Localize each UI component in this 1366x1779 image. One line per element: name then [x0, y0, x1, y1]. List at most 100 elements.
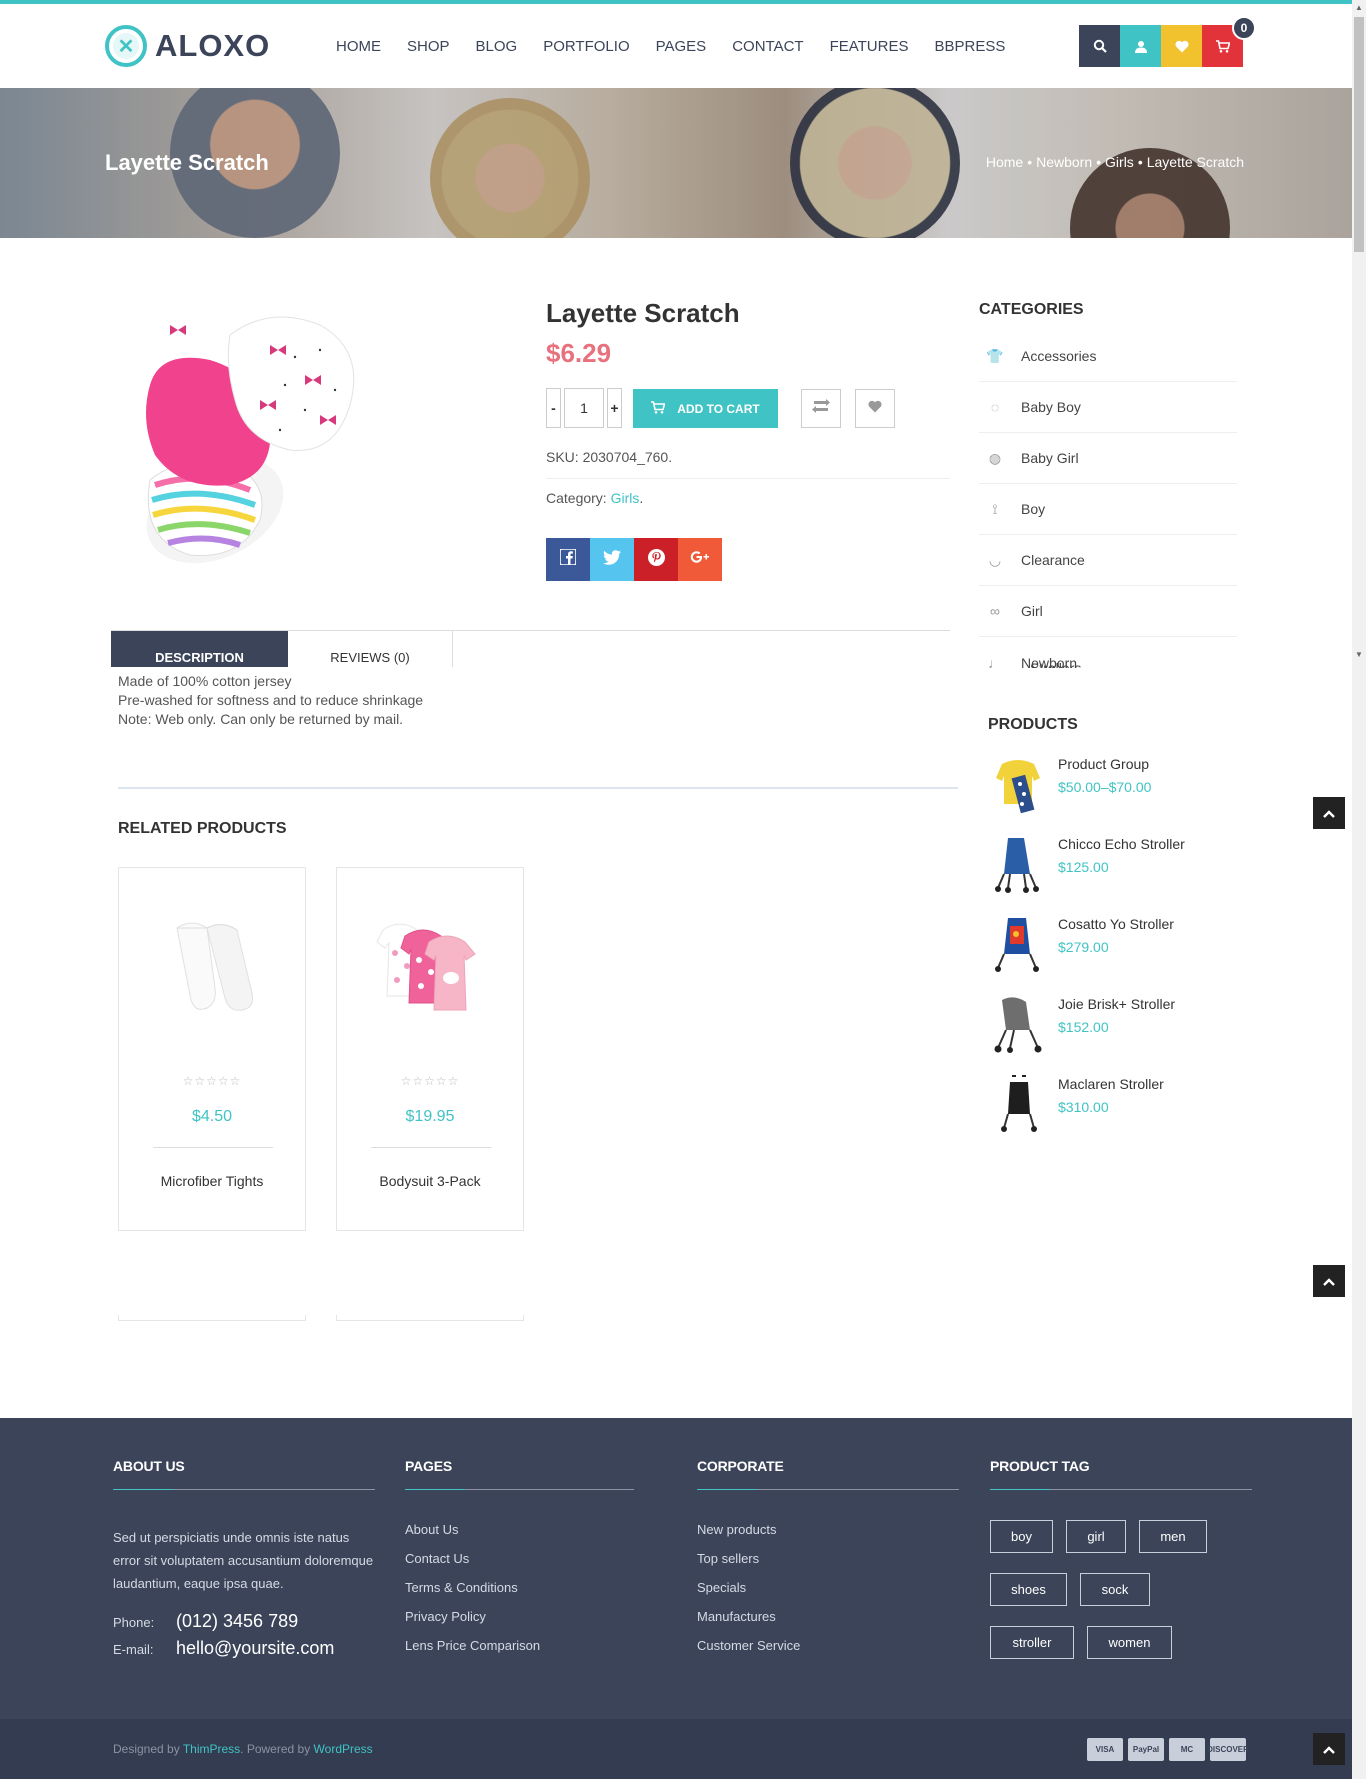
- product-card-bodysuit-3-pack[interactable]: ☆☆☆☆☆ $19.95 Bodysuit 3-Pack: [336, 867, 524, 1231]
- nav-shop[interactable]: SHOP: [407, 38, 450, 55]
- category-item-girl[interactable]: ∞ Girl: [979, 586, 1237, 637]
- nav-blog[interactable]: BLOG: [476, 38, 518, 55]
- product-card-microfiber-tights[interactable]: ☆☆☆☆☆ $4.50 Microfiber Tights: [118, 867, 306, 1231]
- category-item-baby-boy[interactable]: ◌ Baby Boy: [979, 382, 1237, 433]
- chevron-up-icon: [1323, 1274, 1335, 1289]
- thimpress-link[interactable]: ThimPress: [183, 1742, 240, 1756]
- footer-link-manufactures[interactable]: Manufactures: [697, 1609, 959, 1624]
- cart-count-badge: 0: [1232, 16, 1256, 40]
- category-item-accessories[interactable]: 👕 Accessories: [979, 331, 1237, 382]
- googleplus-share-button[interactable]: [678, 538, 722, 581]
- footer-link-privacy[interactable]: Privacy Policy: [405, 1609, 667, 1624]
- product-thumbnail: [995, 918, 1039, 972]
- facebook-share-button[interactable]: [546, 538, 590, 581]
- logo-text: ALOXO: [155, 28, 271, 63]
- user-icon[interactable]: [1120, 25, 1161, 67]
- nav-bbpress[interactable]: BBPRESS: [934, 38, 1005, 55]
- sidebar-product-cosatto-yo-stroller[interactable]: Cosatto Yo Stroller $279.00: [994, 914, 1234, 994]
- scroll-down-arrow-icon[interactable]: ▼: [1355, 650, 1363, 659]
- quantity-plus-button[interactable]: +: [607, 388, 622, 428]
- phone-number[interactable]: (012) 3456 789: [176, 1611, 298, 1632]
- quantity-minus-button[interactable]: -: [546, 388, 561, 428]
- footer-link-about-us[interactable]: About Us: [405, 1522, 667, 1537]
- tag-shoes[interactable]: shoes: [990, 1573, 1067, 1606]
- tab-reviews[interactable]: REVIEWS (0): [288, 631, 453, 667]
- footer-link-terms[interactable]: Terms & Conditions: [405, 1580, 667, 1595]
- sidebar-product-product-group[interactable]: Product Group $50.00–$70.00: [994, 754, 1234, 834]
- rating-stars: ☆☆☆☆☆: [182, 1074, 242, 1088]
- category-link-girls[interactable]: Girls: [611, 490, 640, 506]
- tag-women[interactable]: women: [1087, 1626, 1172, 1659]
- tag-sock[interactable]: sock: [1080, 1573, 1150, 1606]
- heart-icon[interactable]: [1161, 25, 1202, 67]
- breadcrumb-newborn[interactable]: Newborn: [1036, 154, 1092, 170]
- page-scrollbar[interactable]: ▲ ▼: [1352, 0, 1366, 1779]
- quantity-input[interactable]: 1: [564, 388, 604, 428]
- pinterest-share-button[interactable]: [634, 538, 678, 581]
- wishlist-button[interactable]: [855, 389, 895, 428]
- breadcrumb-girls[interactable]: Girls: [1105, 154, 1134, 170]
- footer-link-customer-service[interactable]: Customer Service: [697, 1638, 959, 1653]
- footer-heading: ABOUT US: [113, 1458, 185, 1474]
- email-link[interactable]: hello@yoursite.com: [176, 1638, 334, 1659]
- share-buttons: [546, 538, 722, 581]
- product-name[interactable]: Bodysuit 3-Pack: [337, 1173, 523, 1189]
- footer-heading: PAGES: [405, 1458, 452, 1474]
- about-text: Sed ut perspiciatis unde omnis iste natu…: [113, 1530, 374, 1591]
- scroll-to-top-button[interactable]: [1313, 797, 1345, 829]
- sock-icon: ♩: [988, 654, 1002, 671]
- wordpress-link[interactable]: WordPress: [314, 1742, 373, 1756]
- footer-link-specials[interactable]: Specials: [697, 1580, 959, 1595]
- product-thumbnail: [176, 922, 253, 1011]
- nav-portfolio[interactable]: PORTFOLIO: [543, 38, 629, 55]
- category-item-baby-girl[interactable]: ◍ Baby Girl: [979, 433, 1237, 484]
- footer-link-lens-price[interactable]: Lens Price Comparison: [405, 1638, 667, 1653]
- sidebar-product-joie-brisk-stroller[interactable]: Joie Brisk+ Stroller $152.00: [994, 994, 1234, 1074]
- product-thumbnail: [376, 923, 476, 1011]
- category-item-boy[interactable]: ⟟ Boy: [979, 484, 1237, 535]
- nav-pages[interactable]: PAGES: [656, 38, 707, 55]
- sidebar-product-chicco-echo-stroller[interactable]: Chicco Echo Stroller $125.00: [994, 834, 1234, 914]
- tag-boy[interactable]: boy: [990, 1520, 1053, 1553]
- breadcrumb: Home • Newborn • Girls • Layette Scratch: [985, 154, 1244, 170]
- product-card-shadow: [118, 1315, 306, 1321]
- divider: [118, 787, 958, 789]
- search-icon[interactable]: [1079, 25, 1120, 67]
- tag-girl[interactable]: girl: [1066, 1520, 1126, 1553]
- twitter-icon: [603, 549, 621, 570]
- mastercard-icon: MC: [1169, 1738, 1205, 1761]
- categories-heading: CATEGORIES: [979, 301, 1084, 318]
- scroll-to-top-button[interactable]: [1313, 1733, 1345, 1765]
- breadcrumb-home[interactable]: Home: [986, 154, 1023, 170]
- product-thumbnail: [995, 838, 1039, 893]
- tag-men[interactable]: men: [1139, 1520, 1207, 1553]
- tag-stroller[interactable]: stroller: [990, 1626, 1074, 1659]
- footer-heading: PRODUCT TAG: [990, 1458, 1090, 1474]
- footer-bottom-bar: Designed by ThimPress. Powered by WordPr…: [0, 1719, 1366, 1779]
- related-products-heading: RELATED PRODUCTS: [118, 820, 287, 837]
- nav-features[interactable]: FEATURES: [830, 38, 909, 55]
- footer-link-new-products[interactable]: New products: [697, 1522, 959, 1537]
- sidebar-product-maclaren-stroller[interactable]: Maclaren Stroller $310.00: [994, 1074, 1234, 1154]
- twitter-share-button[interactable]: [590, 538, 634, 581]
- tag-cloud: boy girl men shoes sock stroller women: [990, 1520, 1230, 1679]
- scroll-to-top-button[interactable]: [1313, 1265, 1345, 1297]
- products-list: Product Group $50.00–$70.00 Chicco Echo …: [994, 754, 1234, 1154]
- category-item-newborn[interactable]: ♩ Newborn: [979, 637, 1237, 688]
- payment-methods: VISA PayPal MC DISCOVER: [1087, 1738, 1251, 1761]
- footer-link-top-sellers[interactable]: Top sellers: [697, 1551, 959, 1566]
- tab-description[interactable]: DESCRIPTION: [111, 631, 288, 667]
- baby-clothes-icon: ◌: [990, 399, 1000, 415]
- scrollbar-thumb[interactable]: [1354, 17, 1364, 252]
- footer-link-contact-us[interactable]: Contact Us: [405, 1551, 667, 1566]
- scroll-up-arrow-icon[interactable]: ▲: [1355, 3, 1363, 12]
- nav-home[interactable]: HOME: [336, 38, 381, 55]
- logo[interactable]: ✕ ALOXO: [105, 25, 270, 67]
- compare-button[interactable]: [801, 389, 841, 428]
- shirt-icon: 👕: [986, 347, 1004, 364]
- nav-contact[interactable]: CONTACT: [732, 38, 803, 55]
- product-name[interactable]: Microfiber Tights: [119, 1173, 305, 1189]
- add-to-cart-button[interactable]: ADD TO CART: [633, 389, 778, 428]
- category-item-clearance[interactable]: ◡ Clearance: [979, 535, 1237, 586]
- product-image[interactable]: [120, 305, 410, 595]
